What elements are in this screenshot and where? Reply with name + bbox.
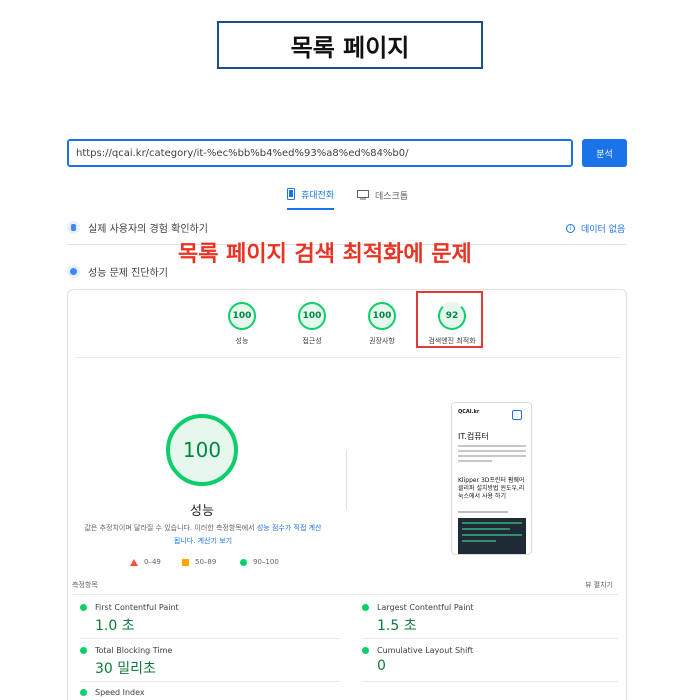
tab-mobile-label: 휴대전화	[301, 190, 335, 201]
metric-value: 1.0 초	[95, 618, 135, 634]
seo-highlight-box	[416, 291, 483, 348]
status-dot-icon	[80, 647, 87, 654]
metrics-header: 측정항목	[72, 581, 98, 589]
metrics-divider	[362, 681, 618, 682]
metrics-divider	[80, 681, 340, 682]
performance-gauge: 100	[166, 414, 238, 486]
legend-label: 50–89	[195, 558, 217, 566]
status-dot-icon	[80, 689, 87, 696]
users-icon	[67, 221, 80, 234]
card-divider	[75, 357, 621, 358]
gauge-score: 100	[228, 302, 256, 330]
vertical-separator	[346, 450, 347, 510]
metric-value: 0	[377, 658, 386, 674]
tab-desktop-label: 데스크톱	[375, 191, 409, 202]
metrics-divider	[80, 638, 340, 639]
gauge-label: 접근성	[302, 337, 322, 345]
metric-label: First Contentful Paint	[95, 603, 179, 612]
metric-cls: Cumulative Layout Shift 0	[362, 646, 602, 674]
thumb-post-title: Klipper 3D프린터 펌웨어 클리퍼 설치방법 윈도우,리눅스에서 사용 …	[458, 477, 525, 500]
performance-description: 값은 추정치이며 달라질 수 있습니다. 이러한 측정항목에서 성능 점수가 직…	[84, 522, 322, 548]
diagnose-label: 성능 문제 진단하기	[88, 268, 168, 279]
metric-label: Largest Contentful Paint	[377, 603, 474, 612]
metrics-divider	[362, 638, 618, 639]
metric-label: Speed Index	[95, 688, 145, 697]
legend-label: 90–100	[253, 558, 279, 566]
legend-label: 0–49	[144, 558, 161, 566]
status-dot-icon	[80, 604, 87, 611]
crux-section: 실제 사용자의 경험 확인하기	[67, 220, 208, 235]
no-data-indicator: i 데이터 없음	[566, 222, 625, 235]
thumb-text-lines	[458, 445, 526, 465]
metric-value: 30 밀리초	[95, 661, 156, 677]
tab-mobile[interactable]: 휴대전화	[287, 184, 335, 210]
metric-speed-index: Speed Index	[80, 688, 320, 697]
thumb-image	[458, 518, 526, 554]
no-data-label: 데이터 없음	[581, 225, 626, 235]
tab-desktop[interactable]: 데스크톱	[357, 184, 408, 210]
thumb-site-name: QCAI.kr	[458, 409, 480, 415]
info-icon: i	[566, 224, 575, 233]
metrics-divider	[72, 594, 618, 595]
gauge-score: 100	[298, 302, 326, 330]
annotation-text: 목록 페이지 검색 최적화에 문제	[178, 242, 472, 267]
desc-text: 값은 추정치이며 달라질 수 있습니다. 이러한 측정항목에서	[84, 524, 257, 532]
gauge-accessibility[interactable]: 100 접근성	[272, 302, 352, 346]
expand-view-toggle[interactable]: 뷰 펼치기	[585, 580, 613, 590]
url-input[interactable]: https://qcai.kr/category/it-%ec%bb%b4%ed…	[67, 139, 573, 167]
gauge-best-practices[interactable]: 100 권장사항	[342, 302, 422, 346]
performance-title: 성능	[190, 504, 214, 519]
page-title: 목록 페이지	[217, 21, 483, 69]
thumb-meta	[458, 511, 508, 513]
metric-fcp: First Contentful Paint 1.0 초	[80, 603, 320, 635]
metric-label: Total Blocking Time	[95, 646, 173, 655]
gauge-label: 성능	[235, 337, 249, 345]
phone-icon	[287, 188, 295, 200]
search-icon	[512, 410, 522, 420]
square-icon	[182, 558, 189, 566]
gauge-performance[interactable]: 100 성능	[202, 302, 282, 346]
triangle-icon	[130, 558, 138, 566]
monitor-icon	[357, 190, 369, 200]
gauge-label: 권장사항	[369, 337, 395, 345]
metric-tbt: Total Blocking Time 30 밀리초	[80, 646, 320, 678]
metric-value: 1.5 초	[377, 618, 417, 634]
legend-good: 90–100	[240, 558, 279, 566]
page-screenshot-thumbnail: QCAI.kr IT.컴퓨터 Klipper 3D프린터 펌웨어 클리퍼 설치방…	[451, 402, 532, 555]
gauge-score: 100	[368, 302, 396, 330]
diagnose-section: 성능 문제 진단하기	[67, 264, 168, 279]
thumb-heading: IT.컴퓨터	[458, 432, 489, 441]
legend-poor: 0–49	[130, 558, 161, 566]
analyze-button[interactable]: 분석	[582, 139, 627, 167]
metric-label: Cumulative Layout Shift	[377, 646, 474, 655]
status-dot-icon	[362, 604, 369, 611]
crux-label: 실제 사용자의 경험 확인하기	[88, 224, 208, 235]
circle-icon	[240, 558, 247, 566]
lighthouse-icon	[67, 265, 80, 278]
legend-average: 50–89	[182, 558, 216, 566]
status-dot-icon	[362, 647, 369, 654]
calculator-link[interactable]: 계산기 보기	[198, 537, 232, 545]
metric-lcp: Largest Contentful Paint 1.5 초	[362, 603, 602, 635]
